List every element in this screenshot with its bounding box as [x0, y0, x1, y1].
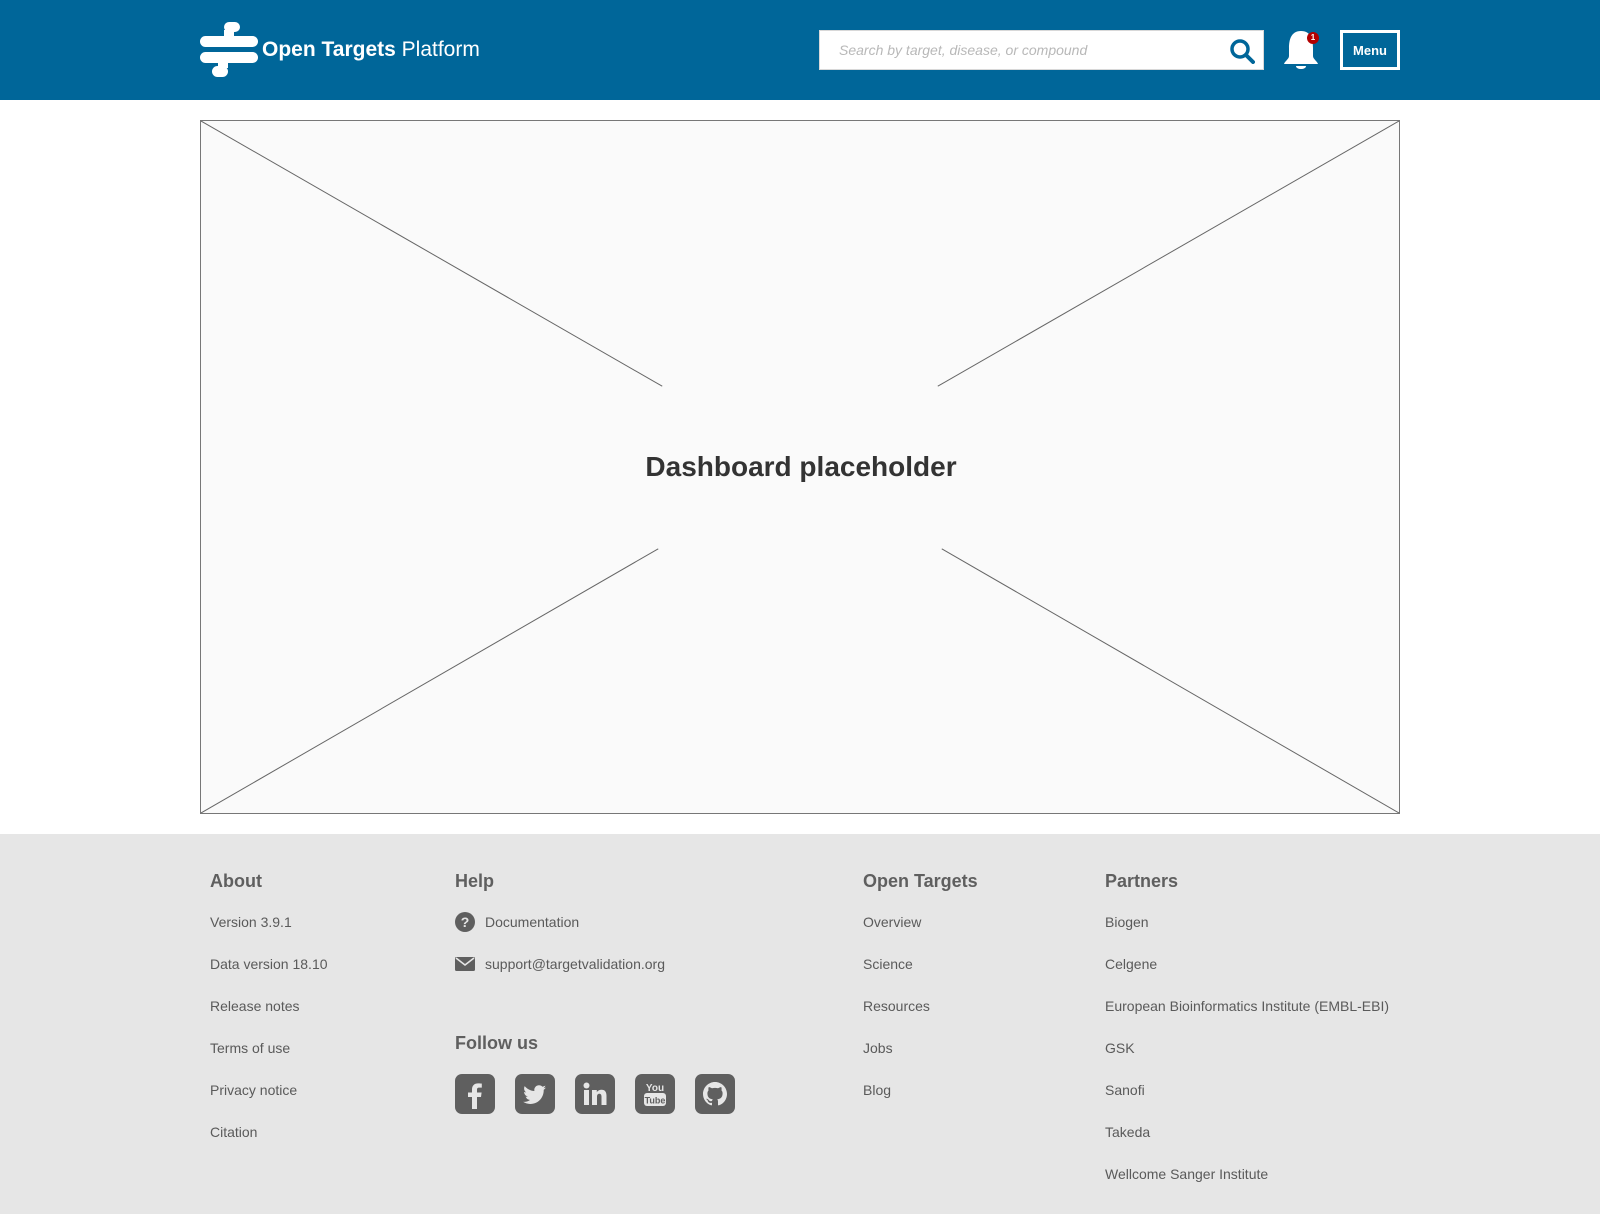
footer-link-terms[interactable]: Terms of use	[210, 1040, 290, 1056]
footer-link-documentation[interactable]: ? Documentation	[455, 912, 579, 932]
youtube-icon[interactable]: You Tube	[635, 1074, 675, 1114]
footer-link-biogen[interactable]: Biogen	[1105, 914, 1149, 930]
footer-link-embl-ebi[interactable]: European Bioinformatics Institute (EMBL-…	[1105, 998, 1389, 1014]
footer-link-sanger[interactable]: Wellcome Sanger Institute	[1105, 1166, 1268, 1182]
envelope-icon	[455, 957, 475, 971]
footer-link-support-email[interactable]: support@targetvalidation.org	[455, 954, 665, 974]
question-circle-icon: ?	[455, 912, 475, 932]
support-email-label: support@targetvalidation.org	[485, 956, 665, 972]
facebook-icon[interactable]	[455, 1074, 495, 1114]
github-icon[interactable]	[695, 1074, 735, 1114]
footer-link-overview[interactable]: Overview	[863, 914, 921, 930]
footer-link-takeda[interactable]: Takeda	[1105, 1124, 1150, 1140]
open-targets-logo[interactable]: Open Targets Platform	[200, 22, 480, 78]
footer-link-sanofi[interactable]: Sanofi	[1105, 1082, 1145, 1098]
footer-link-resources[interactable]: Resources	[863, 998, 930, 1014]
top-navbar: Open Targets Platform 1 Menu	[0, 0, 1600, 100]
linkedin-icon[interactable]	[575, 1074, 615, 1114]
search-input[interactable]	[820, 31, 1220, 69]
placeholder-title: Dashboard placeholder	[645, 451, 957, 482]
svg-text:?: ?	[461, 914, 470, 930]
footer-link-gsk[interactable]: GSK	[1105, 1040, 1135, 1056]
footer-open-targets-heading: Open Targets	[863, 871, 978, 891]
documentation-label: Documentation	[485, 914, 580, 930]
footer-link-jobs[interactable]: Jobs	[863, 1040, 893, 1056]
footer-link-version[interactable]: Version 3.9.1	[210, 914, 292, 930]
footer-about-heading: About	[210, 871, 262, 891]
logo-text: Open Targets Platform	[262, 38, 480, 62]
footer-partners-heading: Partners	[1105, 871, 1179, 891]
open-targets-logo-icon	[200, 22, 258, 77]
footer-link-science[interactable]: Science	[863, 956, 913, 972]
footer-link-blog[interactable]: Blog	[863, 1082, 891, 1098]
footer-help-heading: Help	[455, 871, 495, 891]
logo-text-light: Platform	[401, 38, 480, 61]
svg-text:You: You	[646, 1083, 664, 1094]
search-icon[interactable]	[1229, 38, 1255, 64]
footer-link-citation[interactable]: Citation	[210, 1124, 257, 1140]
twitter-icon[interactable]	[515, 1074, 555, 1114]
footer-link-privacy[interactable]: Privacy notice	[210, 1082, 297, 1098]
search-box	[819, 30, 1264, 70]
footer-link-release-notes[interactable]: Release notes	[210, 998, 300, 1014]
footer-link-celgene[interactable]: Celgene	[1105, 956, 1157, 972]
dashboard-placeholder: Dashboard placeholder	[200, 120, 1400, 814]
footer-follow-heading: Follow us	[455, 1033, 538, 1053]
footer-link-data-version[interactable]: Data version 18.10	[210, 956, 328, 972]
footer: About Version 3.9.1 Data version 18.10 R…	[0, 834, 1600, 1214]
social-links: You Tube	[455, 1074, 755, 1114]
logo-text-bold: Open Targets	[262, 38, 396, 61]
svg-text:Tube: Tube	[645, 1096, 666, 1106]
notification-badge: 1	[1307, 32, 1319, 44]
notifications-button[interactable]: 1	[1280, 28, 1322, 72]
menu-button[interactable]: Menu	[1340, 30, 1400, 70]
